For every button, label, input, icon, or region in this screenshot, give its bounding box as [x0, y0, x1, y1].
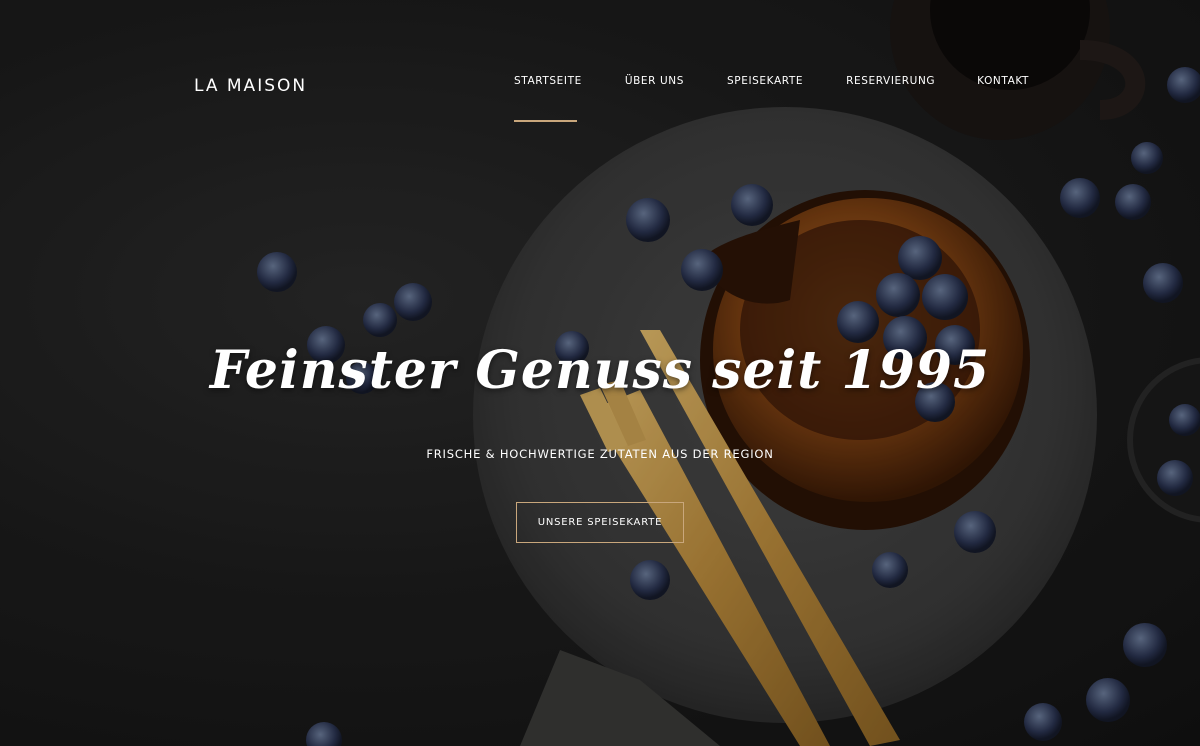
- nav-item-kontakt[interactable]: KONTAKT: [977, 75, 1029, 87]
- hero-subline: FRISCHE & HOCHWERTIGE ZUTATEN AUS DER RE…: [426, 447, 774, 461]
- nav-item-ueber-uns[interactable]: ÜBER UNS: [625, 75, 684, 87]
- main-nav: STARTSEITE ÜBER UNS SPEISEKARTE RESERVIE…: [514, 75, 1029, 122]
- nav-active-indicator: [514, 120, 577, 122]
- hero-headline: Feinster Genuss seit 1995: [209, 340, 991, 401]
- site-logo[interactable]: LA MAISON: [194, 76, 307, 96]
- menu-cta-button[interactable]: UNSERE SPEISEKARTE: [516, 502, 684, 543]
- nav-item-reservierung[interactable]: RESERVIERUNG: [846, 75, 935, 87]
- nav-item-startseite[interactable]: STARTSEITE: [514, 75, 582, 87]
- nav-item-speisekarte[interactable]: SPEISEKARTE: [727, 75, 803, 87]
